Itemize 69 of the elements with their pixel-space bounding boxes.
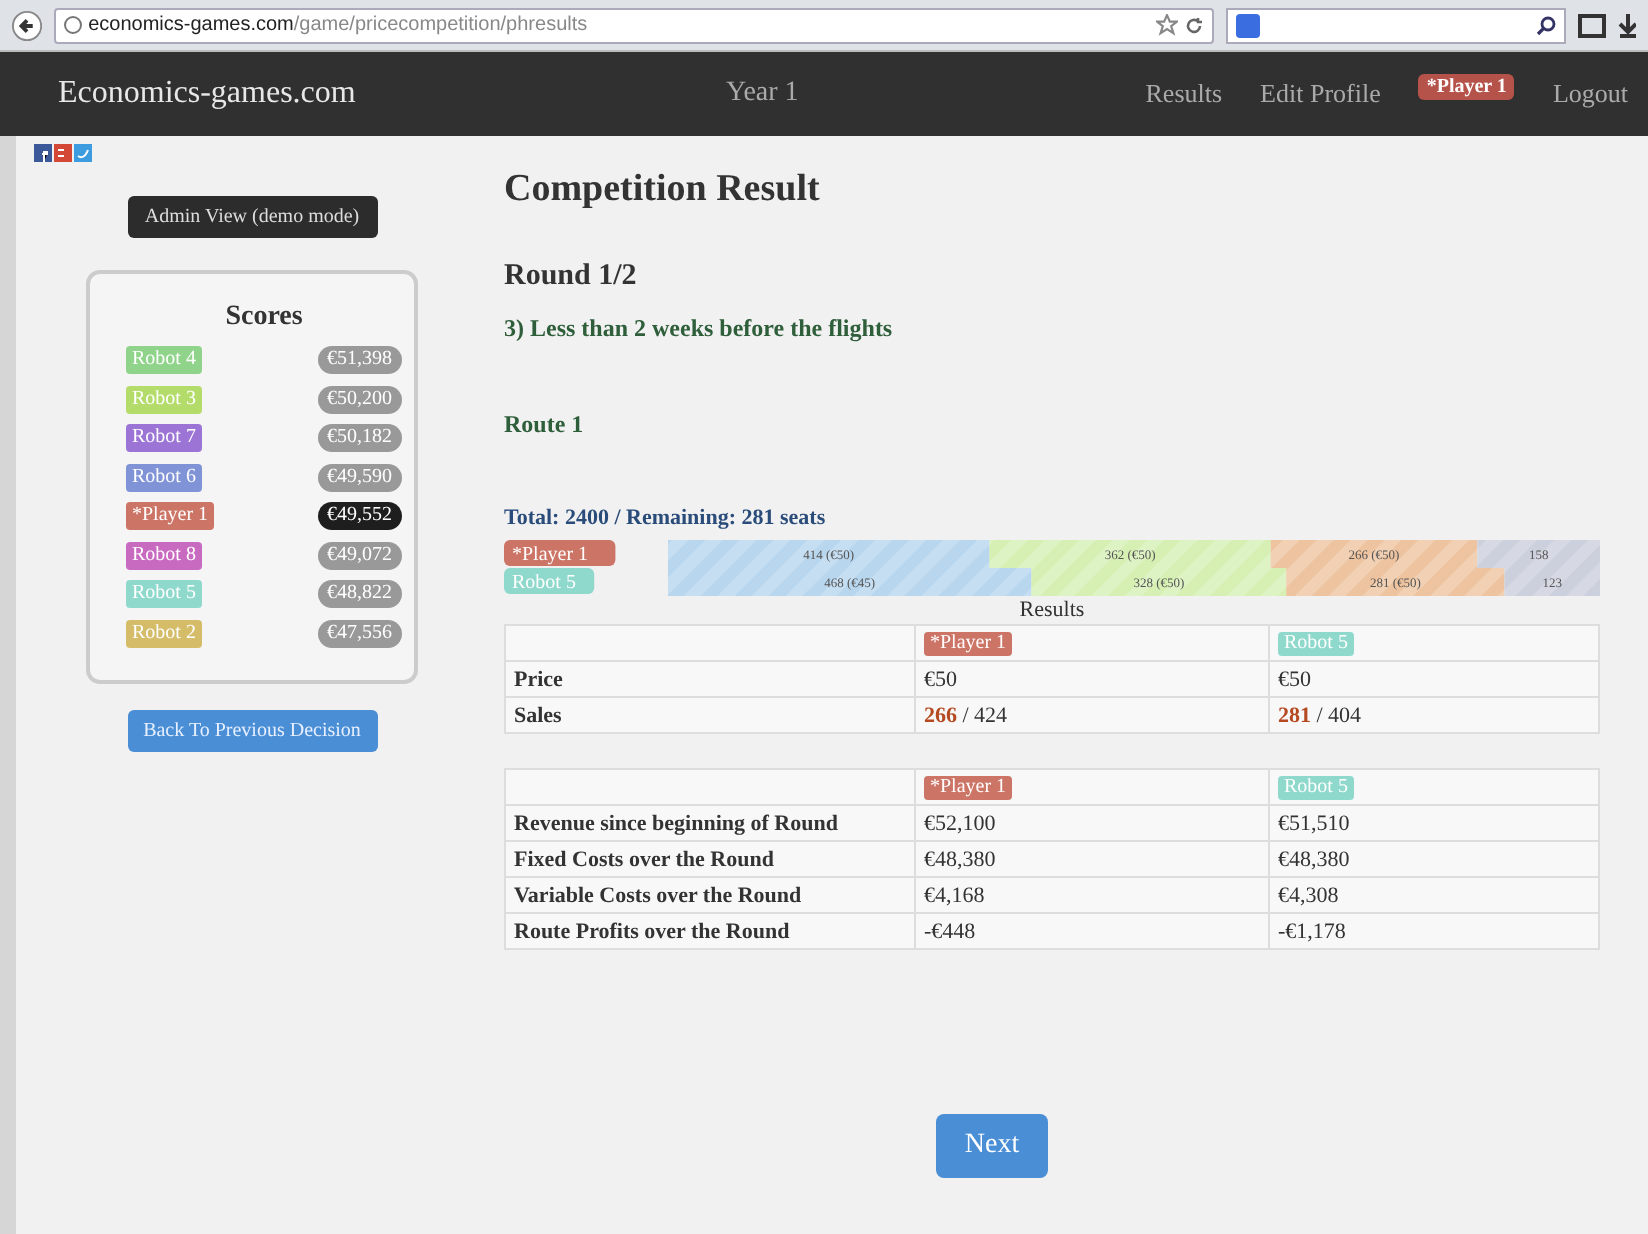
admin-view-button[interactable]: Admin View (demo mode): [127, 196, 377, 238]
score-value: €49,072: [317, 541, 402, 569]
download-icon[interactable]: [1617, 13, 1636, 37]
row-label: Price: [505, 661, 915, 697]
score-value: €50,200: [317, 385, 402, 413]
star-icon[interactable]: [1156, 14, 1179, 36]
score-value: €47,556: [317, 619, 402, 647]
player-tag: Robot 5: [126, 580, 202, 608]
year-label: Year 1: [726, 78, 801, 110]
table-cell: €51,510: [1269, 805, 1599, 841]
logout-link[interactable]: Logout: [1552, 78, 1628, 110]
table-cell: 281 / 404: [1269, 697, 1599, 733]
back-icon[interactable]: [12, 9, 43, 41]
y-tick-label: Robot 5: [512, 572, 576, 594]
table-cell: €50: [915, 661, 1269, 697]
player-tag: Robot 7: [126, 424, 202, 452]
route-heading: Route 1: [504, 410, 586, 440]
row-label: Revenue since beginning of Round: [505, 805, 915, 841]
round-heading: Round 1/2: [504, 260, 639, 294]
player-tag: *Player 1: [924, 776, 1013, 800]
window-icon[interactable]: [1578, 13, 1606, 37]
score-value: €51,398: [317, 346, 402, 374]
player-tag: *Player 1: [504, 540, 616, 566]
player-badge[interactable]: *Player 1: [1418, 73, 1515, 99]
player-tag: *Player 1: [126, 502, 215, 530]
table-cell: -€1,178: [1269, 913, 1599, 949]
table-cell: -€448: [915, 913, 1269, 949]
row-label: Sales: [505, 697, 915, 733]
url-host: economics-games.com: [88, 14, 294, 36]
player-tag: *Player 1: [924, 632, 1013, 656]
table-cell: €4,168: [915, 877, 1269, 913]
player-tag: Robot 5: [1278, 632, 1354, 656]
table-cell: €48,380: [915, 841, 1269, 877]
player-tag: Robot 5: [504, 568, 595, 594]
table-cell: €50: [1269, 661, 1599, 697]
page-title: Competition Result: [504, 168, 822, 212]
facebook-icon[interactable]: [34, 144, 52, 162]
address-bar[interactable]: economics-games.com/game/pricecompetition/phresults: [54, 7, 1215, 43]
search-field[interactable]: [1226, 7, 1567, 43]
row-label: Variable Costs over the Round: [505, 877, 915, 913]
player-tag: Robot 8: [126, 541, 202, 569]
period-heading: 3) Less than 2 weeks before the flights: [504, 314, 895, 344]
back-button[interactable]: Back To Previous Decision: [127, 709, 377, 751]
score-value: €49,590: [317, 463, 402, 491]
player-tag: Robot 5: [1278, 776, 1354, 800]
site-brand[interactable]: Economics-games.com: [58, 76, 726, 112]
row-label: Route Profits over the Round: [505, 913, 915, 949]
results-caption: Results: [1017, 598, 1087, 622]
url-path: /game/pricecompetition/phresults: [293, 14, 588, 36]
seats-summary: Total: 2400 / Remaining: 281 seats: [504, 506, 828, 530]
next-button[interactable]: Next: [936, 1114, 1048, 1178]
score-value: €50,182: [317, 424, 402, 452]
reload-icon[interactable]: [1184, 15, 1205, 35]
player-tag: Robot 3: [126, 385, 202, 413]
nav-link[interactable]: Edit Profile: [1260, 78, 1381, 110]
search-icon[interactable]: [1536, 15, 1557, 35]
table-cell: €48,380: [1269, 841, 1599, 877]
scores-title: Scores: [223, 302, 305, 334]
table-cell: €4,308: [1269, 877, 1599, 913]
table-cell: 266 / 424: [915, 697, 1269, 733]
row-label: Fixed Costs over the Round: [505, 841, 915, 877]
player-tag: Robot 2: [126, 619, 202, 647]
score-value: €48,822: [317, 580, 402, 608]
player-tag: Robot 6: [126, 463, 202, 491]
table-cell: €52,100: [915, 805, 1269, 841]
score-value: €49,552: [317, 502, 402, 530]
y-tick-label: *Player 1: [512, 544, 589, 566]
player-tag: Robot 4: [126, 346, 202, 374]
nav-link[interactable]: Results: [1145, 78, 1223, 110]
